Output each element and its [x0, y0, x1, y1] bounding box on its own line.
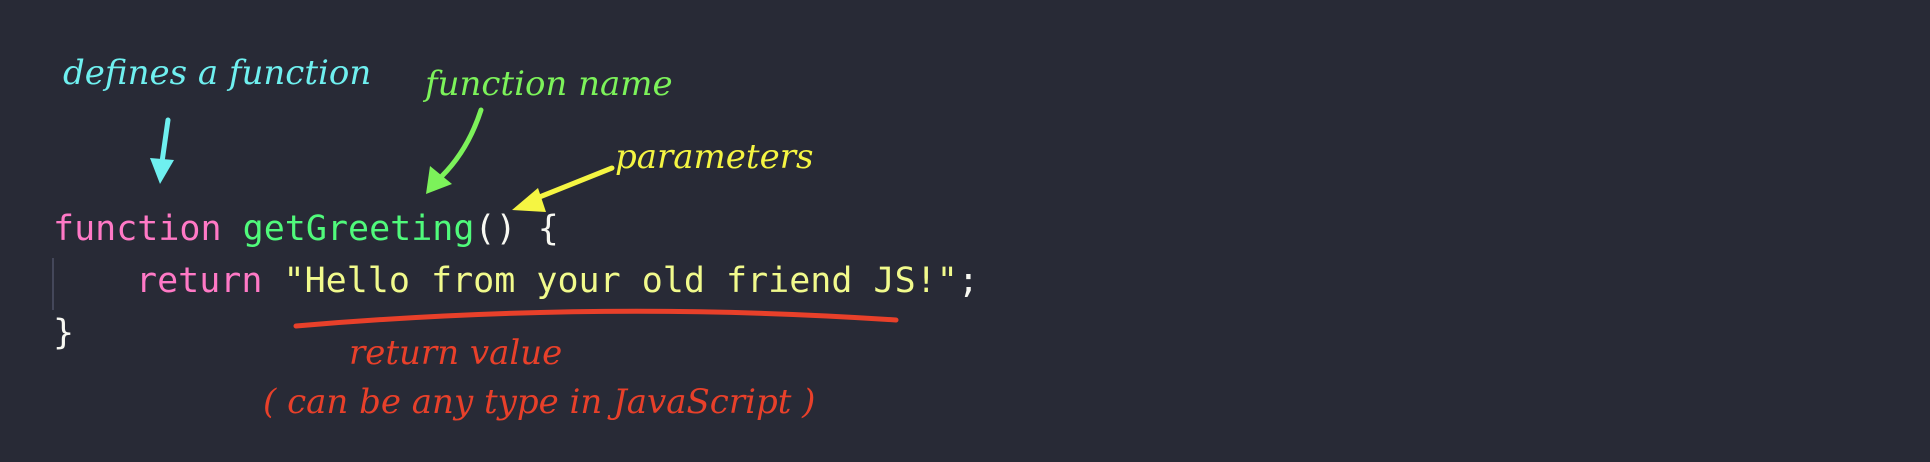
parameter-parens: (): [474, 209, 517, 249]
return-type-note: ( can be any type in JavaScript ): [263, 382, 816, 422]
fn-name-arrow-shaft: [439, 107, 484, 179]
return-string: "Hello from your old friend JS!": [283, 261, 958, 301]
return-value-annotation: return value: [349, 333, 563, 373]
code-line-1: function getGreeting() {: [53, 212, 559, 247]
parameters-annotation: parameters: [615, 137, 814, 177]
return-keyword: return: [136, 261, 263, 301]
function-name-annotation: function name: [425, 64, 673, 104]
open-brace: {: [537, 209, 559, 249]
code-annotation-diagram: defines a function function name paramet…: [0, 0, 1930, 462]
function-name: getGreeting: [242, 209, 475, 249]
close-brace: }: [53, 313, 75, 353]
params-arrow-shaft: [529, 165, 615, 203]
code-line-3: }: [53, 316, 74, 351]
semicolon: ;: [957, 261, 979, 301]
function-keyword: function: [53, 209, 222, 249]
defines-arrow-shaft: [159, 117, 171, 165]
return-value-underline: [293, 308, 899, 329]
defines-arrow-head: [150, 158, 174, 184]
indent-guide: [52, 258, 54, 310]
code-line-2: return "Hello from your old friend JS!";: [136, 264, 979, 299]
defines-annotation: defines a function: [63, 53, 372, 93]
